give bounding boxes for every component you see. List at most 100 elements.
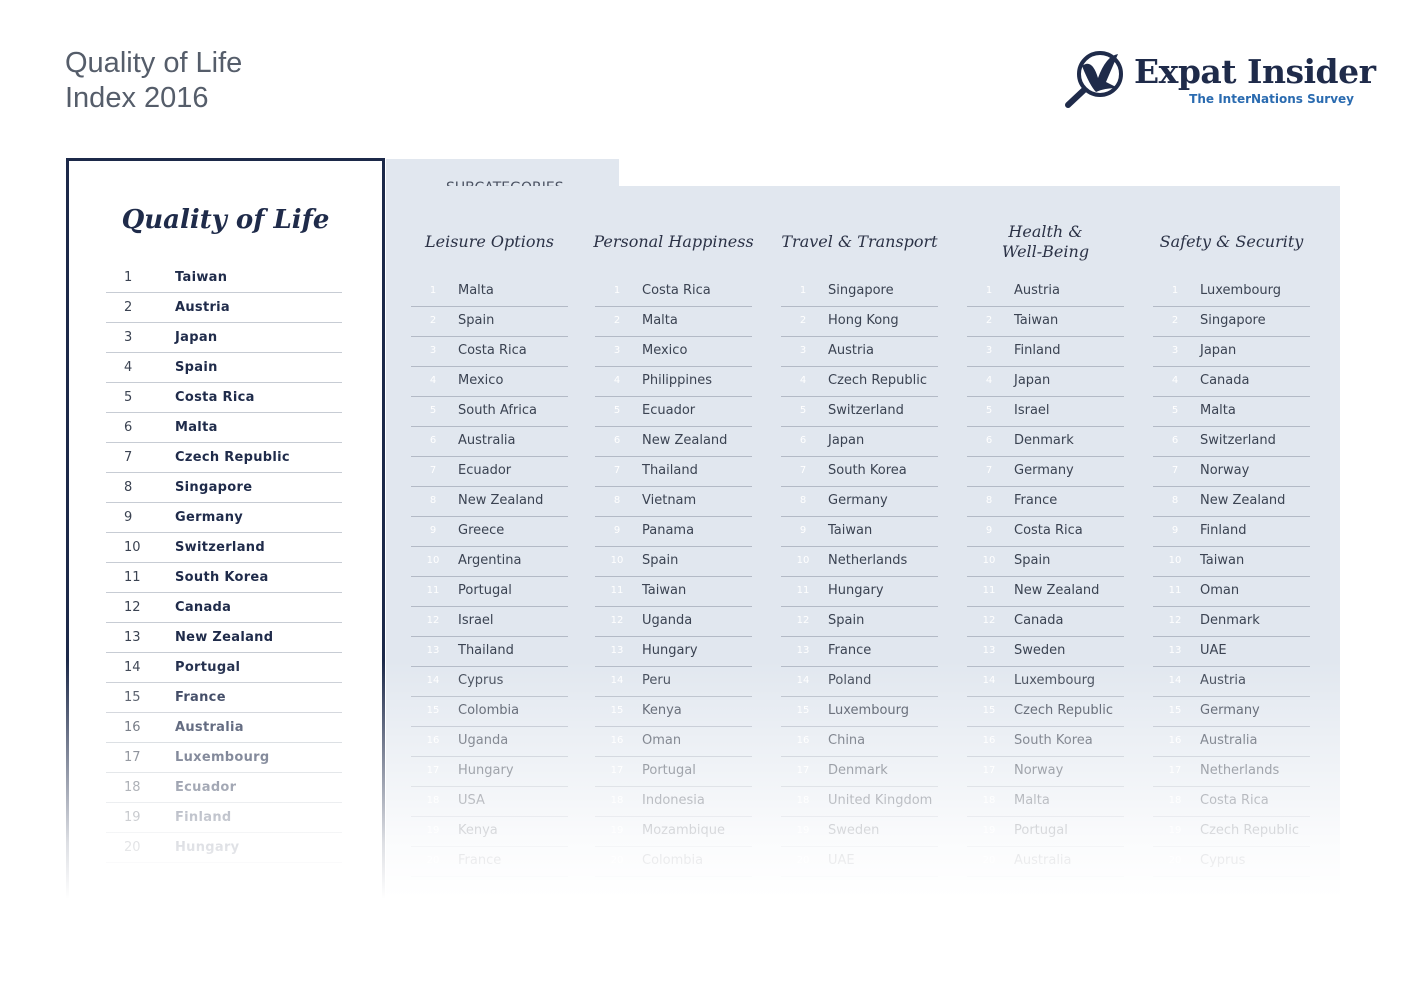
country-name: Finland (1014, 343, 1061, 358)
rank-number: 7 (429, 465, 437, 476)
subcategory-row: 12 Spain (781, 607, 938, 637)
rank-number: 9 (124, 510, 133, 525)
subcategory-row: 3 Austria (781, 337, 938, 367)
logo-tagline: The InterNations Survey (1189, 92, 1354, 106)
subcategory-title: Personal Happiness (593, 232, 754, 251)
country-name: Singapore (828, 283, 894, 298)
subcategory-row: 2 Taiwan (967, 307, 1124, 337)
country-name: New Zealand (1014, 583, 1100, 598)
country-name: Taiwan (828, 523, 873, 538)
rank-number: 4 (429, 375, 437, 386)
country-name: Argentina (458, 553, 522, 568)
subcategory-title: Health & Well-Being (1001, 222, 1090, 261)
rank-number: 1 (985, 285, 993, 296)
ranking-row: 10 Switzerland (106, 533, 342, 563)
country-name: Switzerland (1200, 433, 1276, 448)
country-name: Czech Republic (175, 450, 290, 465)
rank-number: 5 (124, 390, 133, 405)
country-name: Spain (458, 313, 495, 328)
rank-number: 10 (982, 555, 996, 566)
subcategory-row: 8 Germany (781, 487, 938, 517)
country-name: New Zealand (642, 433, 728, 448)
subcategory-row: 9 Greece (411, 517, 568, 547)
rank-number: 2 (613, 315, 621, 326)
rank-number: 12 (982, 615, 996, 626)
rank-number: 11 (124, 570, 141, 585)
subcategory-row: 5 Malta (1153, 397, 1310, 427)
subcategory-row: 6 New Zealand (595, 427, 752, 457)
subcategory-row: 9 Taiwan (781, 517, 938, 547)
rank-number: 5 (613, 405, 621, 416)
subcategory-row: 1 Singapore (781, 277, 938, 307)
subcategory-row: 12 Israel (411, 607, 568, 637)
country-name: Denmark (1200, 613, 1260, 628)
rank-number: 10 (426, 555, 440, 566)
subcategory-row: 10 Netherlands (781, 547, 938, 577)
country-name: Denmark (1014, 433, 1074, 448)
country-name: Sweden (1014, 643, 1066, 658)
country-name: Finland (1200, 523, 1247, 538)
rank-number: 6 (429, 435, 437, 446)
rank-number: 6 (985, 435, 993, 446)
subcategory-row: 2 Hong Kong (781, 307, 938, 337)
country-name: Ecuador (642, 403, 696, 418)
country-name: Costa Rica (1014, 523, 1083, 538)
rank-number: 3 (429, 345, 437, 356)
country-name: Netherlands (828, 553, 908, 568)
subcategory-row: 2 Singapore (1153, 307, 1310, 337)
subcategory-row: 7 Ecuador (411, 457, 568, 487)
ranking-row: 9 Germany (106, 503, 342, 533)
country-name: Costa Rica (642, 283, 711, 298)
subcategory-row: 7 Norway (1153, 457, 1310, 487)
rank-number: 12 (124, 600, 141, 615)
country-name: Ecuador (458, 463, 512, 478)
country-name: Norway (1200, 463, 1250, 478)
rank-number: 4 (613, 375, 621, 386)
country-name: France (828, 643, 872, 658)
subcategory-row: 1 Luxembourg (1153, 277, 1310, 307)
country-name: Canada (1200, 373, 1250, 388)
country-name: Hungary (828, 583, 884, 598)
subcategory-row: 9 Costa Rica (967, 517, 1124, 547)
rank-number: 5 (1171, 405, 1179, 416)
subcategory-row: 8 France (967, 487, 1124, 517)
rank-number: 11 (426, 585, 440, 596)
rank-number: 9 (1171, 525, 1179, 536)
country-name: Austria (1014, 283, 1060, 298)
subcategory-row: 7 South Korea (781, 457, 938, 487)
rank-number: 11 (1168, 585, 1182, 596)
subcategory-row: 11 Hungary (781, 577, 938, 607)
country-name: New Zealand (175, 630, 274, 645)
country-name: Costa Rica (175, 390, 255, 405)
country-name: Malta (458, 283, 494, 298)
country-name: Philippines (642, 373, 713, 388)
country-name: Mexico (642, 343, 688, 358)
rank-number: 9 (799, 525, 807, 536)
rank-number: 4 (799, 375, 807, 386)
subcategory-row: 6 Australia (411, 427, 568, 457)
rank-number: 1 (429, 285, 437, 296)
rank-number: 8 (613, 495, 621, 506)
magnifier-bird-icon (1065, 51, 1123, 108)
subcategory-row: 4 Japan (967, 367, 1124, 397)
rank-number: 12 (426, 615, 440, 626)
rank-number: 1 (124, 270, 133, 285)
subcategory-row: 1 Austria (967, 277, 1124, 307)
subcategory-row: 1 Costa Rica (595, 277, 752, 307)
page-title: Quality of Life Index 2016 (65, 46, 242, 116)
country-name: Malta (1200, 403, 1236, 418)
country-name: Japan (828, 433, 865, 448)
country-name: Spain (642, 553, 679, 568)
country-name: Uganda (642, 613, 693, 628)
subcategory-row: 11 Oman (1153, 577, 1310, 607)
subcategory-row: 11 New Zealand (967, 577, 1124, 607)
country-name: Canada (1014, 613, 1064, 628)
rank-number: 5 (799, 405, 807, 416)
rank-number: 5 (985, 405, 993, 416)
rank-number: 13 (124, 630, 141, 645)
country-name: Australia (458, 433, 516, 448)
rank-number: 7 (124, 450, 133, 465)
country-name: Mexico (458, 373, 504, 388)
country-name: Hungary (642, 643, 698, 658)
subcategory-row: 10 Taiwan (1153, 547, 1310, 577)
